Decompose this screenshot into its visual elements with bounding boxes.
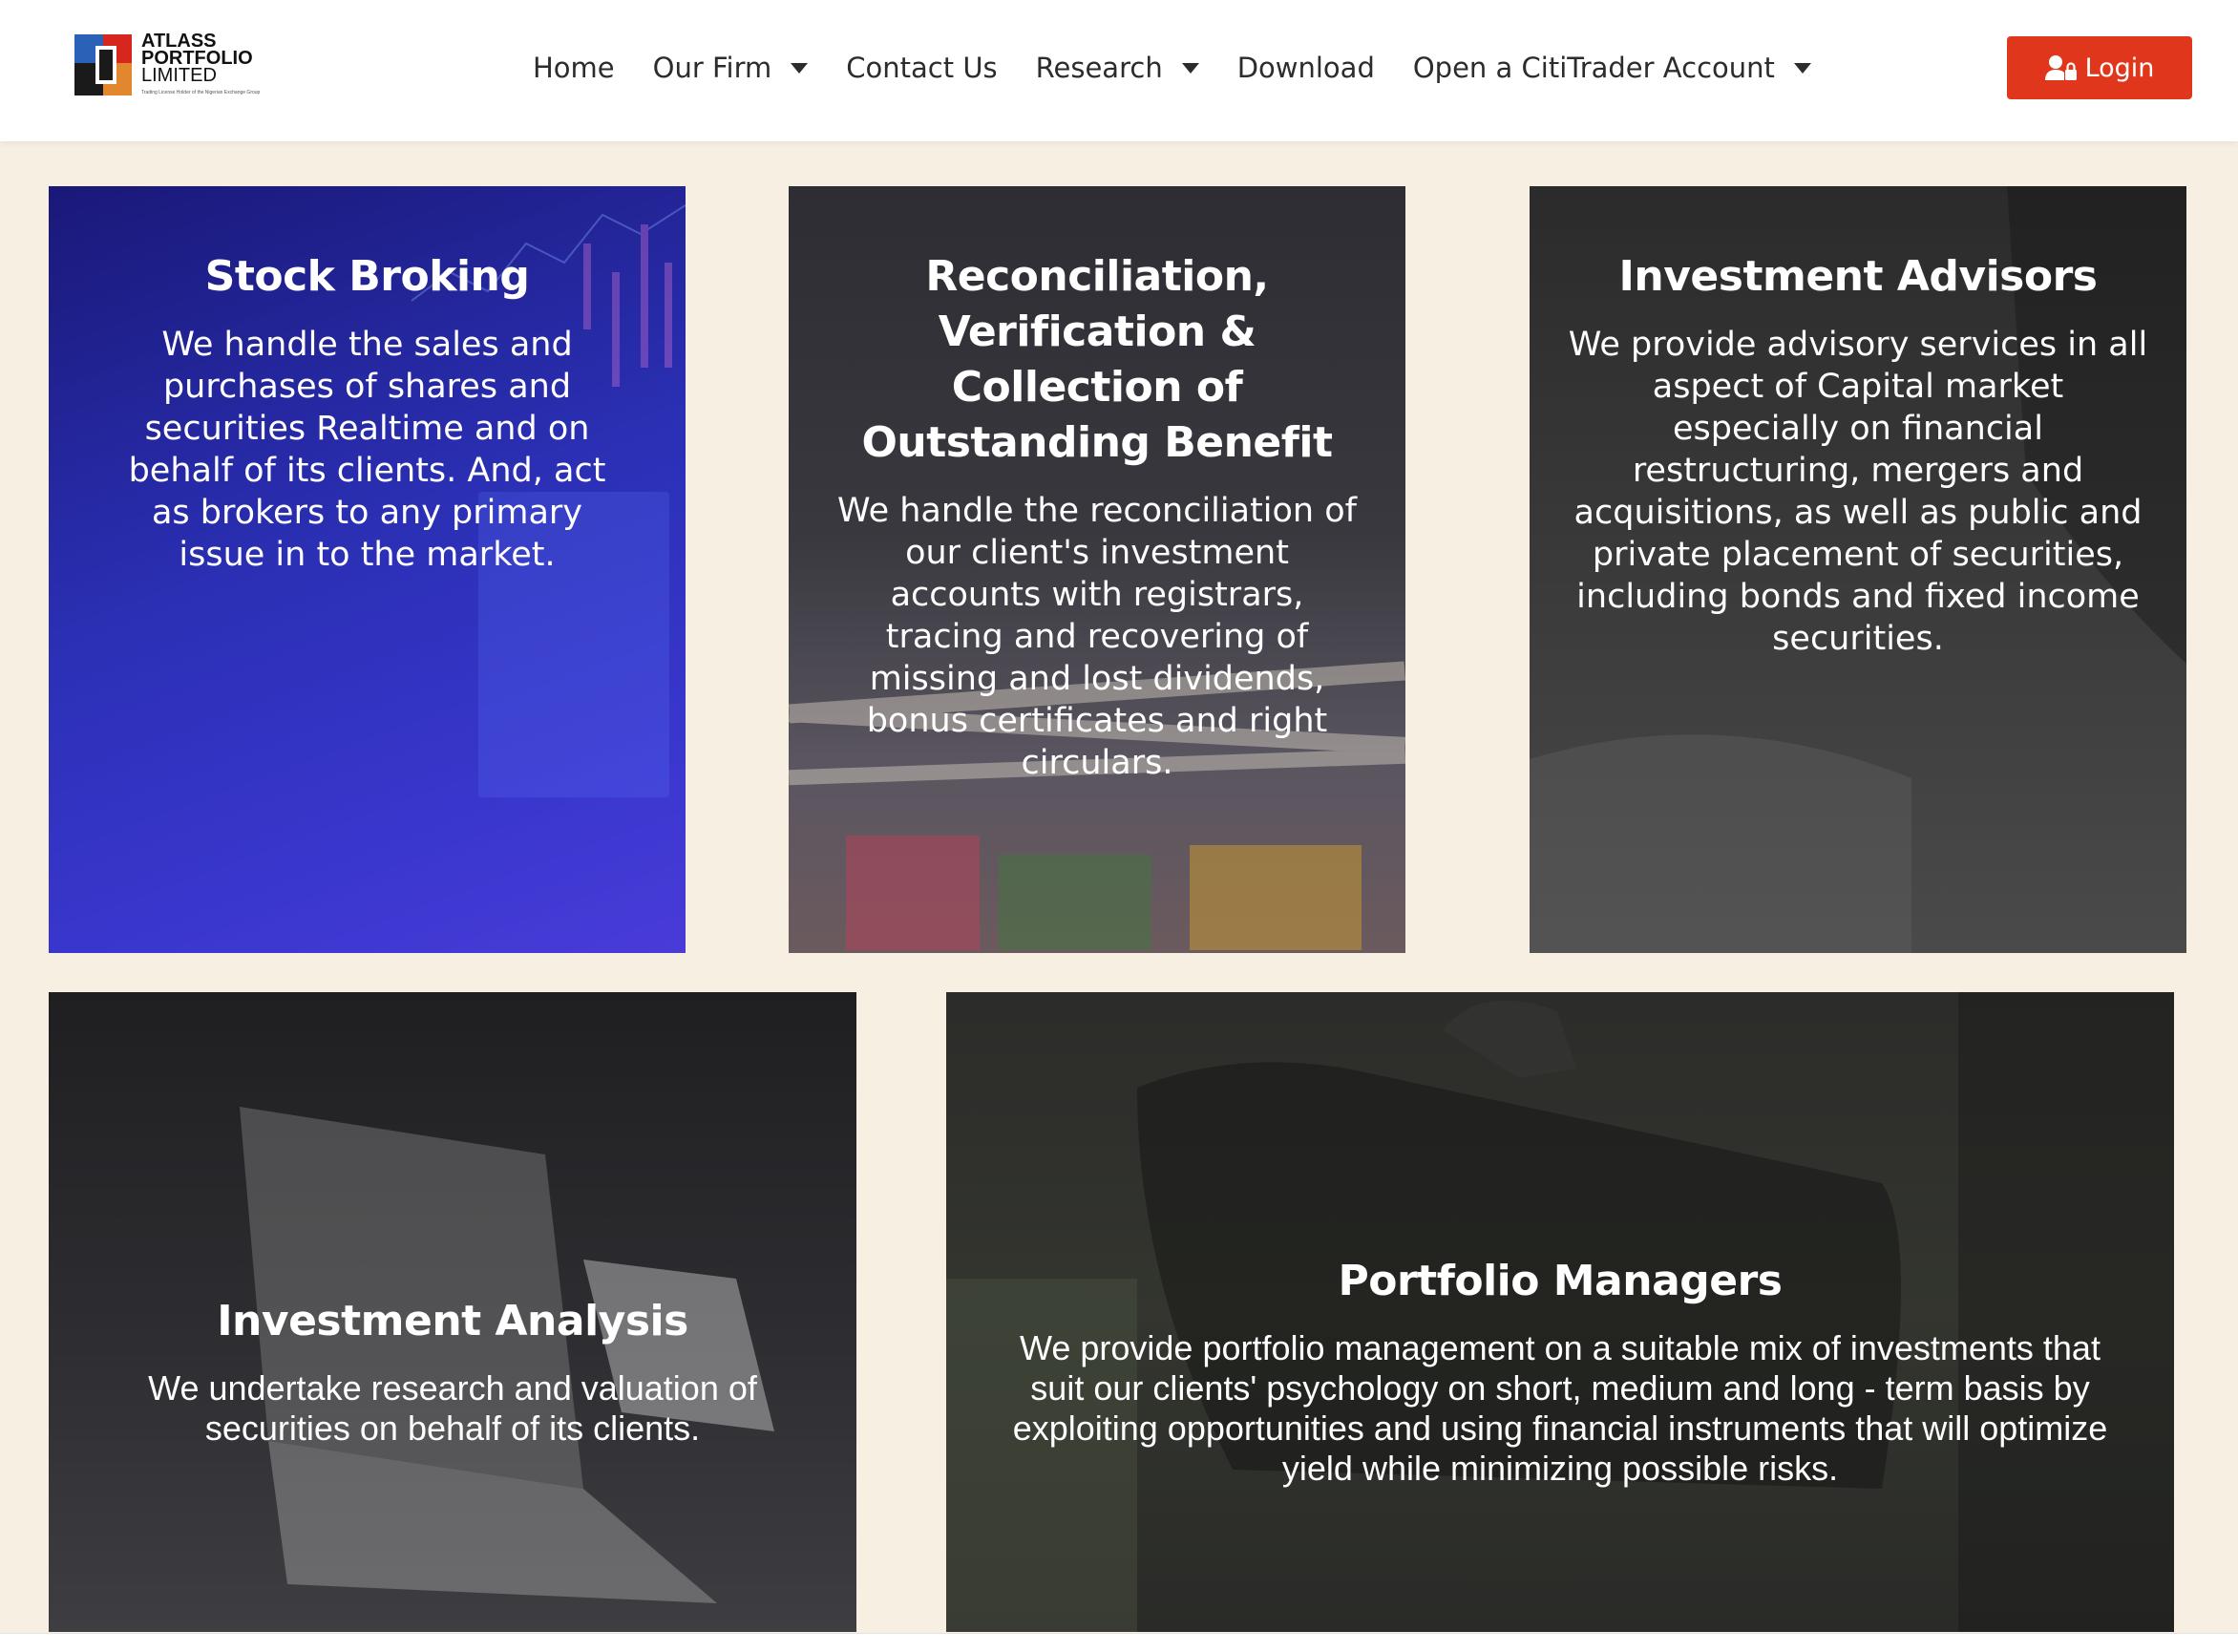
login-button[interactable]: Login bbox=[2007, 36, 2192, 99]
service-card-stock-broking: Stock Broking We handle the sales and pu… bbox=[49, 186, 686, 953]
site-header: ATLASS PORTFOLIO LIMITED Trading License… bbox=[0, 0, 2238, 141]
user-lock-icon bbox=[2044, 55, 2077, 80]
nav-our-firm[interactable]: Our Firm bbox=[653, 52, 809, 84]
service-card-portfolio-managers: Portfolio Managers We provide portfolio … bbox=[946, 992, 2174, 1632]
footer-strip bbox=[0, 1633, 2238, 1652]
card-title: Investment Advisors bbox=[1618, 252, 2098, 301]
nav-home[interactable]: Home bbox=[533, 52, 615, 84]
card-text: We undertake research and valuation of s… bbox=[148, 1368, 757, 1448]
caret-down-icon bbox=[791, 62, 809, 74]
nav-download-label: Download bbox=[1236, 52, 1375, 84]
card-title: Investment Analysis bbox=[217, 1297, 688, 1345]
card-title: Reconciliation, Verification & Collectio… bbox=[861, 252, 1333, 467]
company-logo[interactable]: ATLASS PORTFOLIO LIMITED Trading License… bbox=[71, 32, 300, 101]
logo-tagline: Trading License Holder of the Nigerian E… bbox=[141, 90, 261, 95]
logo-line-3: LIMITED bbox=[141, 65, 217, 86]
login-label: Login bbox=[2084, 53, 2155, 83]
nav-open-account[interactable]: Open a CitiTrader Account bbox=[1413, 52, 1811, 84]
card-title: Portfolio Managers bbox=[1338, 1257, 1783, 1305]
caret-down-icon bbox=[1793, 62, 1811, 74]
nav-contact-us[interactable]: Contact Us bbox=[846, 52, 997, 84]
main-nav: Home Our Firm Contact Us Research Downlo… bbox=[533, 44, 1849, 92]
nav-our-firm-label: Our Firm bbox=[652, 52, 772, 84]
nav-download[interactable]: Download bbox=[1237, 52, 1375, 84]
service-card-investment-analysis: Investment Analysis We undertake researc… bbox=[49, 992, 856, 1632]
card-text: We handle the reconciliation of our clie… bbox=[837, 492, 1357, 782]
nav-research[interactable]: Research bbox=[1036, 52, 1199, 84]
nav-home-label: Home bbox=[533, 52, 615, 84]
nav-research-label: Research bbox=[1035, 52, 1163, 84]
caret-down-icon bbox=[1181, 62, 1199, 74]
card-text: We provide advisory services in all aspe… bbox=[1568, 326, 2148, 658]
nav-open-account-label: Open a CitiTrader Account bbox=[1412, 52, 1775, 84]
service-card-reconciliation: Reconciliation, Verification & Collectio… bbox=[789, 186, 1405, 953]
nav-contact-us-label: Contact Us bbox=[846, 52, 998, 84]
logo-mark-icon bbox=[71, 32, 137, 99]
card-text: We provide portfolio management on a sui… bbox=[1012, 1328, 2108, 1488]
service-card-investment-advisors: Investment Advisors We provide advisory … bbox=[1530, 186, 2186, 953]
card-title: Stock Broking bbox=[204, 252, 530, 301]
card-text: We handle the sales and purchases of sha… bbox=[128, 326, 606, 574]
